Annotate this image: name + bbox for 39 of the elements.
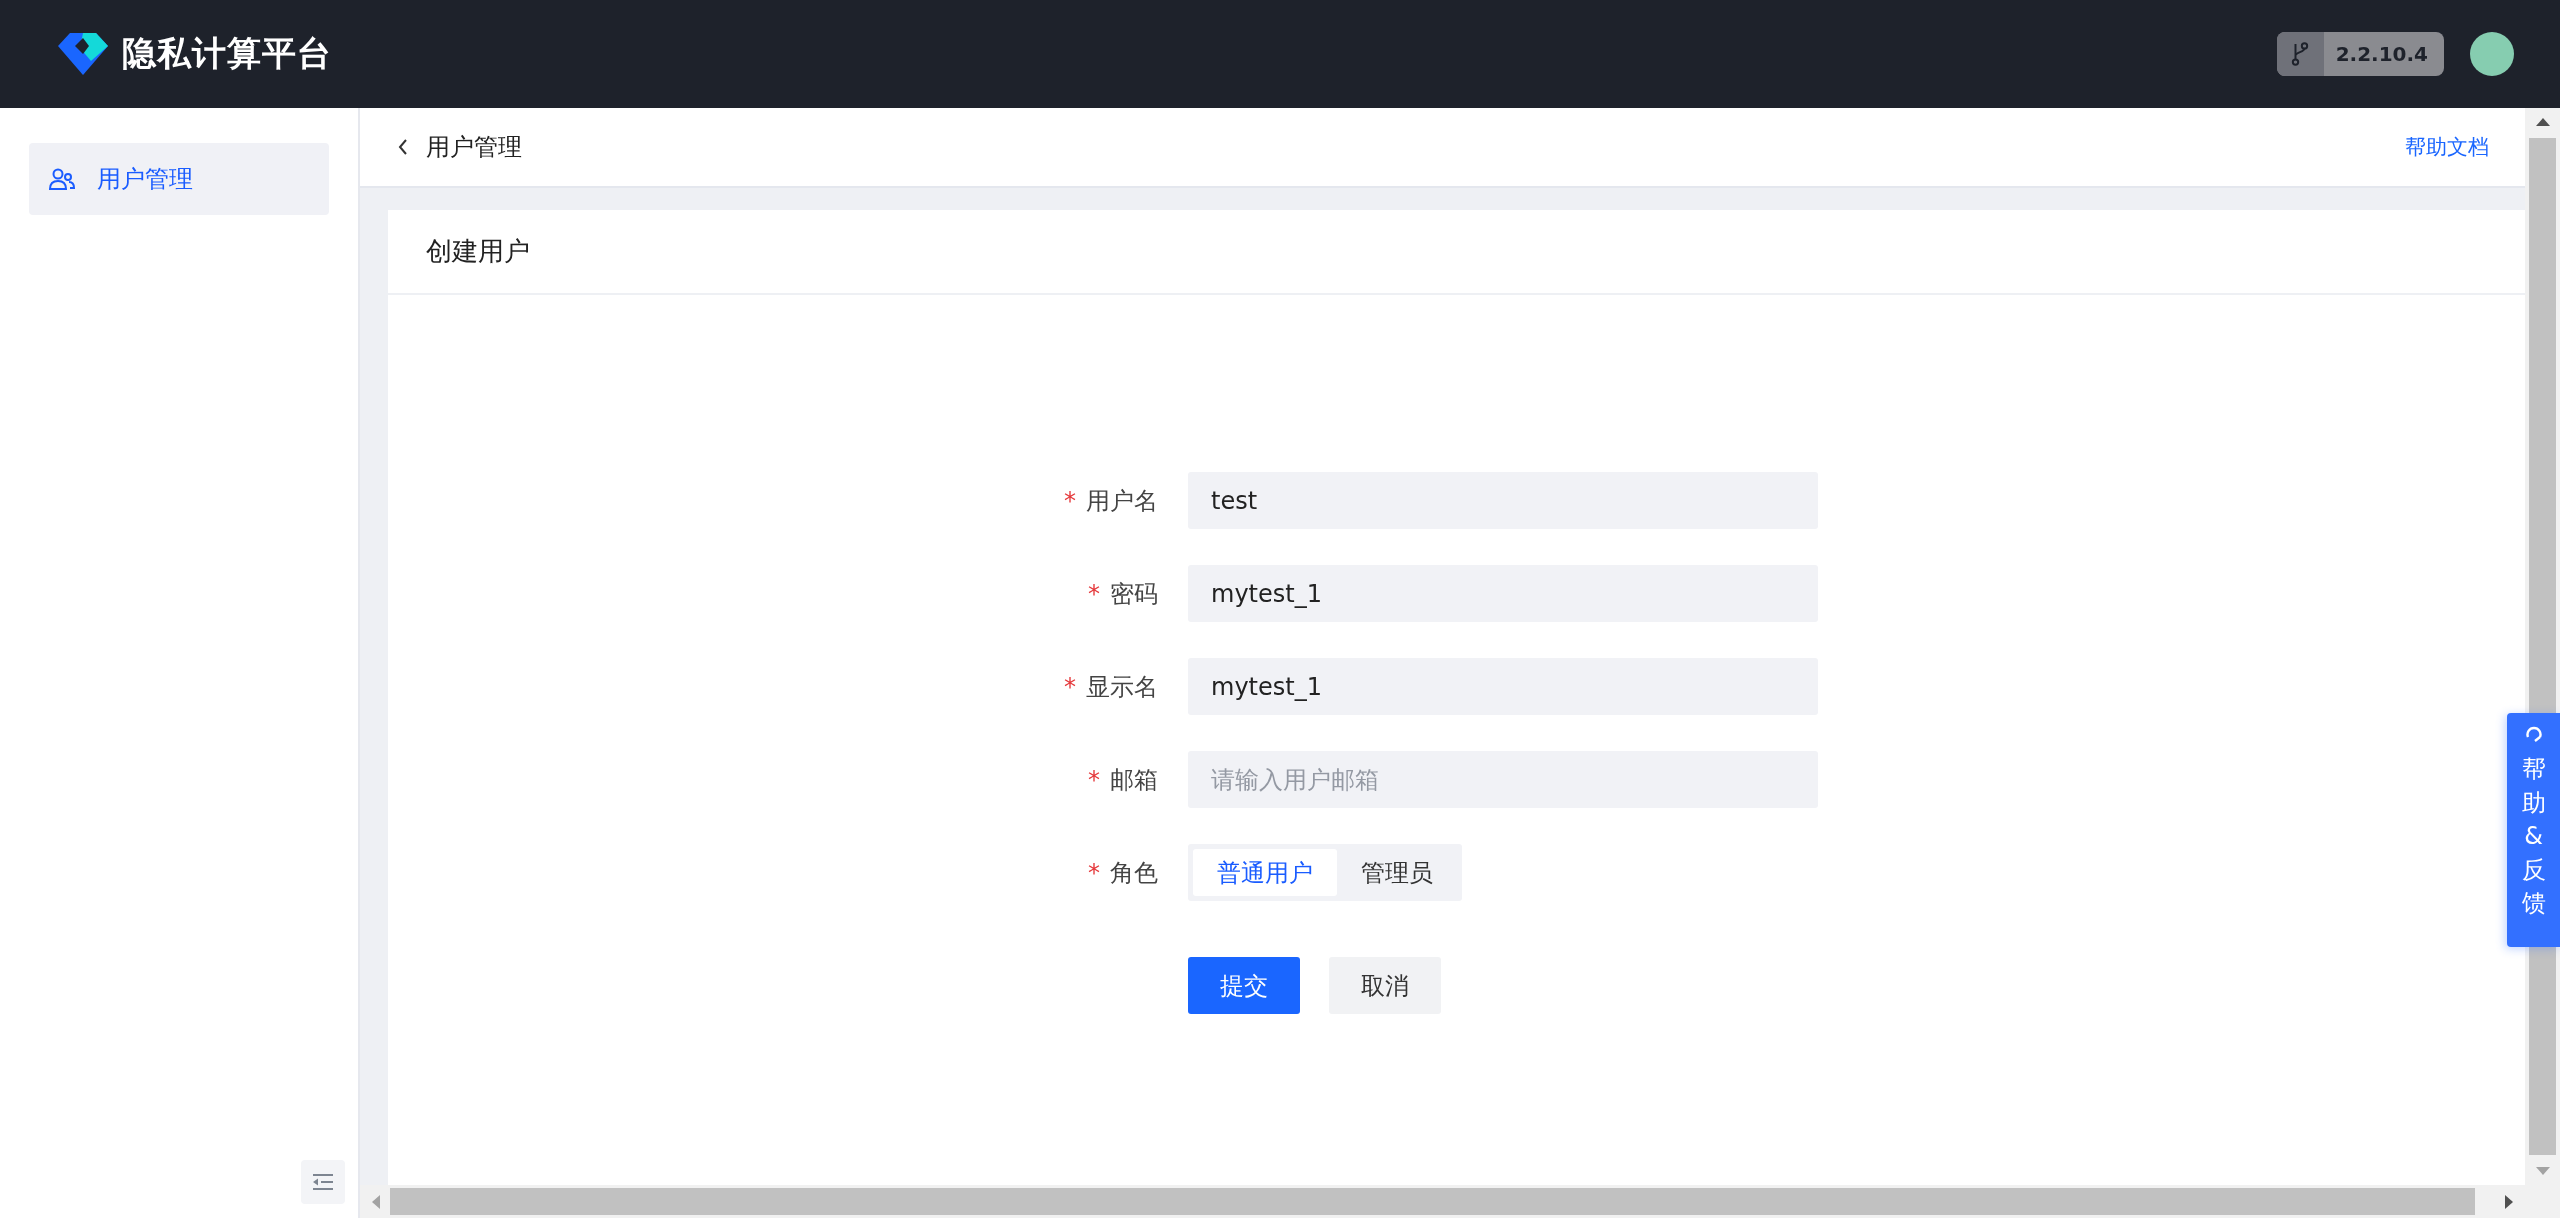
collapse-sidebar-button[interactable] (301, 1160, 345, 1204)
submit-button[interactable]: 提交 (1188, 957, 1300, 1014)
role-option[interactable]: 管理员 (1337, 849, 1457, 896)
page-title: 用户管理 (426, 132, 522, 163)
headset-icon (2523, 725, 2544, 745)
help-feedback-menu[interactable]: 帮助&反馈 (2507, 713, 2560, 947)
input-field[interactable]: 请输入用户邮箱 (1188, 751, 1818, 808)
scrollbar-thumb[interactable] (390, 1188, 2475, 1215)
field-label: 显示名 (1086, 671, 1158, 703)
collapse-icon (312, 1173, 334, 1191)
required-mark: * (1088, 765, 1100, 794)
field-label: 角色 (1110, 857, 1158, 889)
version-badge: 2.2.10.4 (2276, 32, 2444, 76)
app-title: 隐私计算平台 (122, 32, 332, 75)
diamond-logo-icon (58, 33, 108, 75)
horizontal-scrollbar[interactable] (360, 1185, 2525, 1218)
scroll-right-arrow-icon[interactable] (2505, 1194, 2513, 1209)
scroll-left-arrow-icon[interactable] (372, 1194, 380, 1209)
input-field[interactable]: mytest_1 (1188, 565, 1818, 622)
branch-icon (2291, 41, 2310, 67)
field-label: 密码 (1110, 578, 1158, 610)
users-icon (49, 168, 75, 190)
back-chevron-icon[interactable] (398, 139, 408, 155)
input-field[interactable]: mytest_1 (1188, 658, 1818, 715)
field-label: 用户名 (1086, 485, 1158, 517)
cancel-button[interactable]: 取消 (1329, 957, 1441, 1014)
required-mark: * (1064, 486, 1076, 515)
scroll-down-arrow-icon[interactable] (2535, 1167, 2550, 1175)
help-docs-link[interactable]: 帮助文档 (2405, 133, 2489, 161)
required-mark: * (1064, 672, 1076, 701)
card-title: 创建用户 (426, 235, 530, 268)
required-mark: * (1088, 858, 1100, 887)
field-label: 邮箱 (1110, 764, 1158, 796)
sidebar-item[interactable]: 用户管理 (29, 143, 329, 215)
user-avatar[interactable] (2470, 32, 2514, 76)
scroll-up-arrow-icon[interactable] (2535, 118, 2550, 126)
input-field[interactable]: test (1188, 472, 1818, 529)
role-option[interactable]: 普通用户 (1193, 849, 1337, 896)
required-mark: * (1088, 579, 1100, 608)
